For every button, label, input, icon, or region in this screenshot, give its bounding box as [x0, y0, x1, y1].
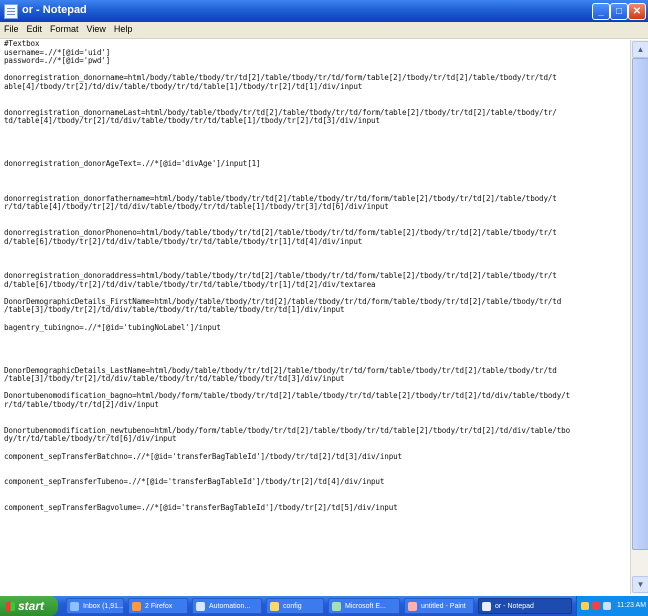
text-line — [4, 410, 629, 419]
text-line: donorregistration_donorAgeText=.//*[@id=… — [4, 159, 261, 169]
text-line — [4, 246, 629, 255]
paint-icon — [408, 602, 417, 611]
text-line: able[4]/tbody/tr[2]/td/div/table/tbody/t… — [4, 81, 363, 91]
text-line: dy/tr/td/table/tbody/tr/td[6]/div/input — [4, 434, 177, 444]
text-line — [4, 332, 629, 341]
close-button[interactable]: ✕ — [628, 3, 646, 20]
taskbar-item-label: Automation... — [209, 603, 251, 610]
menu-edit[interactable]: Edit — [23, 22, 47, 34]
text-line: d/table[6]/tbody/tr[2]/td/div/table/tbod… — [4, 279, 376, 289]
text-line: bagentry_tubingno=.//*[@id='tubingNoLabe… — [4, 322, 221, 332]
menu-bar: File Edit Format View Help — [0, 22, 648, 39]
taskbar-item-automation[interactable]: Automation... — [192, 598, 262, 614]
taskbar-item-inbox[interactable]: Inbox (1,91... — [66, 598, 124, 614]
text-line — [4, 255, 629, 264]
text-line — [4, 487, 629, 496]
text-line: component_sepTransferBagvolume=.//*[@id=… — [4, 503, 398, 513]
notepad-icon — [4, 4, 18, 19]
taskbar-item-microsoft[interactable]: Microsoft E... — [328, 598, 400, 614]
excel-icon — [332, 602, 341, 611]
text-line — [4, 349, 629, 358]
notepad-icon — [482, 602, 491, 611]
firefox-icon — [132, 602, 141, 611]
scroll-down-icon[interactable]: ▼ — [632, 576, 648, 593]
text-line: password=.//*[@id='pwd'] — [4, 56, 111, 66]
text-line — [4, 212, 629, 221]
system-tray: 11:23 AM — [576, 596, 648, 616]
title-bar[interactable]: or - Notepad _ □ ✕ — [0, 0, 648, 22]
text-line — [4, 169, 629, 178]
text-line — [4, 143, 629, 152]
menu-format[interactable]: Format — [46, 22, 83, 34]
taskbar-item-label: 2 Firefox — [145, 603, 173, 610]
taskbar-item-label: untitled - Paint — [421, 603, 466, 610]
minimize-button[interactable]: _ — [592, 3, 610, 20]
clock: 11:23 AM — [617, 602, 647, 609]
start-label: start — [18, 599, 45, 613]
mail-icon — [70, 602, 79, 611]
taskbar-item-config[interactable]: config — [266, 598, 324, 614]
network-icon[interactable] — [581, 602, 589, 610]
folder-icon — [270, 602, 279, 611]
taskbar: start Inbox (1,91... 2 Firefox Automatio… — [0, 596, 648, 616]
text-line: component_sepTransferTubeno=.//*[@id='tr… — [4, 477, 385, 487]
taskbar-item-firefox[interactable]: 2 Firefox — [128, 598, 188, 614]
menu-file[interactable]: File — [0, 22, 23, 34]
taskbar-item-label: config — [283, 603, 302, 610]
windows-logo-icon — [6, 602, 15, 611]
text-editor-area[interactable]: #Textbox username=.//*[@id='uid'] password… — [4, 40, 629, 594]
menu-view[interactable]: View — [83, 22, 110, 34]
menu-help[interactable]: Help — [110, 22, 137, 34]
text-line: td/table[4]/tbody/tr[2]/td/div/table/tbo… — [4, 116, 380, 126]
volume-icon[interactable] — [603, 602, 611, 610]
text-line — [4, 92, 629, 101]
start-button[interactable]: start — [0, 596, 58, 616]
text-line: component_sepTransferBatchno=.//*[@id='t… — [4, 451, 402, 461]
text-line — [4, 461, 629, 470]
text-line — [4, 178, 629, 187]
security-icon[interactable] — [592, 602, 600, 610]
text-line: r/td/table/tbody/tr/td[2]/div/input — [4, 399, 159, 409]
taskbar-item-notepad[interactable]: or - Notepad — [478, 598, 572, 614]
text-line: d/table[6]/tbody/tr[2]/td/div/table/tbod… — [4, 236, 363, 246]
taskbar-item-label: Microsoft E... — [345, 603, 386, 610]
window-title: or - Notepad — [22, 4, 87, 16]
window-icon — [196, 602, 205, 611]
vertical-scrollbar[interactable]: ▲ ▼ — [630, 40, 648, 594]
maximize-button[interactable]: □ — [610, 3, 628, 20]
text-line — [4, 126, 629, 135]
scroll-thumb[interactable] — [632, 58, 648, 550]
text-line — [4, 135, 629, 144]
taskbar-item-paint[interactable]: untitled - Paint — [404, 598, 474, 614]
text-line: /table[3]/tbody/tr[2]/td/div/table/tbody… — [4, 305, 345, 315]
scroll-up-icon[interactable]: ▲ — [632, 41, 648, 58]
text-line: /table[3]/tbody/tr[2]/td/div/table/tbody… — [4, 374, 345, 384]
taskbar-item-label: or - Notepad — [495, 603, 534, 610]
text-line: r/td/table[4]/tbody/tr[2]/td/div/table/t… — [4, 202, 389, 212]
taskbar-item-label: Inbox (1,91... — [83, 603, 124, 610]
text-line — [4, 341, 629, 350]
